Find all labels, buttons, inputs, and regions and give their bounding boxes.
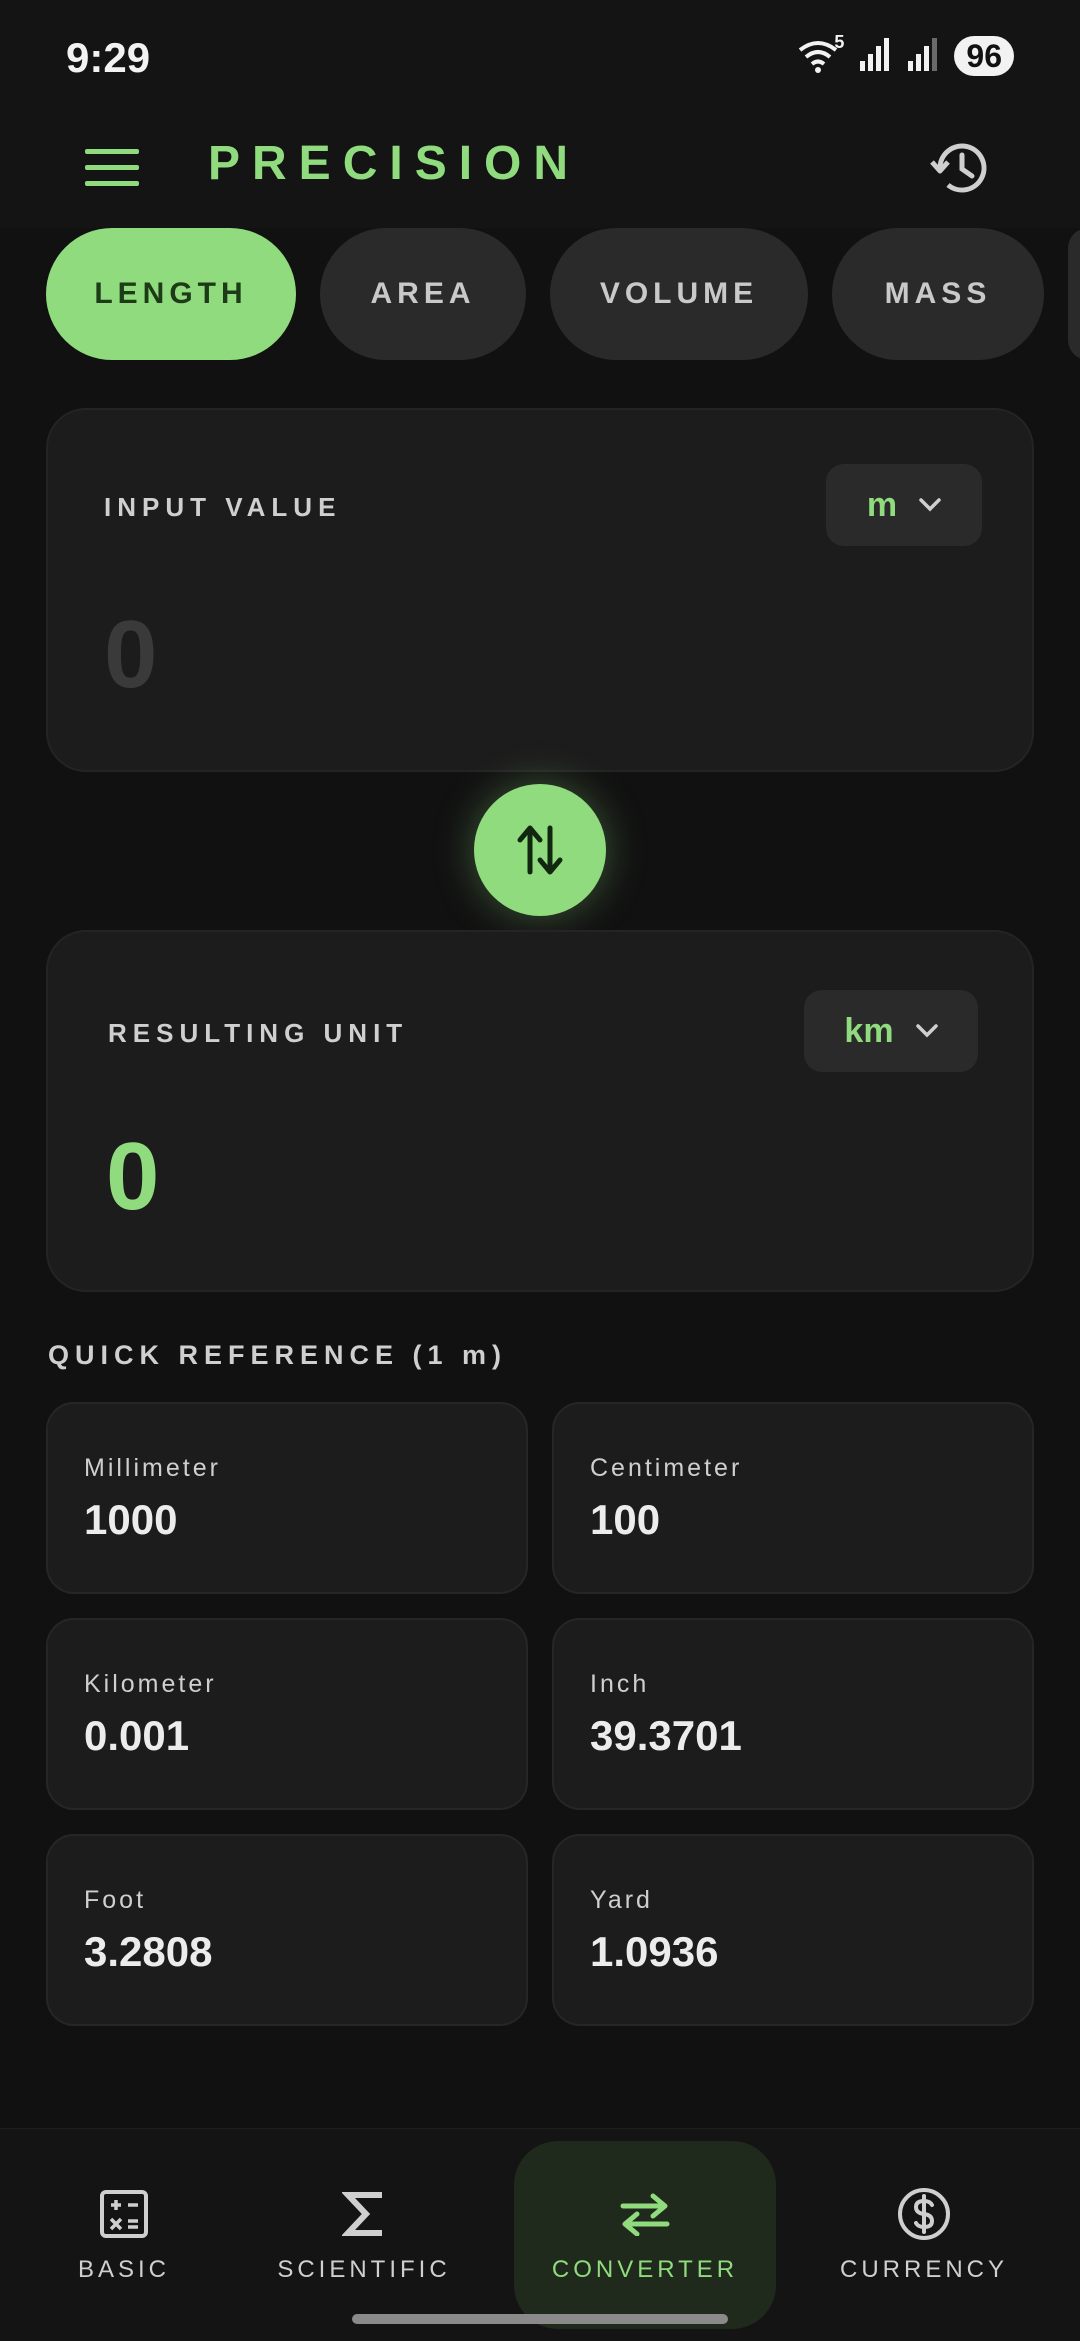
result-value: 0: [106, 1123, 160, 1230]
nav-converter[interactable]: CONVERTER: [514, 2141, 776, 2329]
ref-value: 0.001: [84, 1712, 190, 1759]
ref-name: Inch: [590, 1670, 650, 1698]
nav-basic[interactable]: BASIC: [44, 2141, 204, 2329]
swap-horizontal-icon: [617, 2186, 673, 2242]
hamburger-icon: [85, 149, 139, 186]
ref-card-inch[interactable]: Inch 39.3701: [552, 1618, 1034, 1810]
quick-reference-grid: Millimeter 1000 Centimeter 100 Kilometer…: [46, 1402, 1034, 2026]
ref-card-foot[interactable]: Foot 3.2808: [46, 1834, 528, 2026]
ref-name: Centimeter: [590, 1454, 743, 1482]
swap-units-button[interactable]: [474, 784, 606, 916]
input-value[interactable]: 0: [104, 600, 157, 710]
ref-value: 39.3701: [590, 1712, 742, 1759]
chip-length[interactable]: LENGTH: [46, 228, 296, 360]
history-button[interactable]: [922, 130, 998, 206]
nav-currency[interactable]: CURRENCY: [832, 2141, 1016, 2329]
wifi-badge: 5: [834, 32, 845, 52]
chip-more[interactable]: [1068, 228, 1080, 360]
sigma-icon: [336, 2186, 392, 2242]
app-title: PRECISION: [208, 137, 581, 190]
history-icon: [930, 143, 987, 193]
status-time: 9:29: [66, 34, 151, 81]
quick-reference-title: QUICK REFERENCE (1 m): [48, 1340, 508, 1370]
ref-value: 3.2808: [84, 1928, 213, 1975]
nav-label-basic: BASIC: [77, 2256, 171, 2283]
ref-name: Foot: [84, 1886, 147, 1914]
chip-area[interactable]: AREA: [320, 228, 526, 360]
input-unit-dropdown[interactable]: m: [826, 464, 982, 546]
ref-card-kilometer[interactable]: Kilometer 0.001: [46, 1618, 528, 1810]
home-indicator[interactable]: [352, 2314, 728, 2324]
ref-name: Millimeter: [84, 1454, 221, 1482]
signal-icon-2: [906, 37, 940, 76]
chevron-down-icon: [915, 1024, 938, 1038]
ref-card-yard[interactable]: Yard 1.0936: [552, 1834, 1034, 2026]
bottom-nav: BASIC SCIENTIFIC CONVERTER CURRENCY: [0, 2128, 1080, 2341]
input-unit-label: m: [866, 485, 898, 524]
ref-name: Kilometer: [84, 1670, 217, 1698]
dollar-circle-icon: [896, 2186, 952, 2242]
result-label: RESULTING UNIT: [108, 1018, 409, 1048]
menu-button[interactable]: [84, 140, 140, 196]
chip-volume[interactable]: VOLUME: [550, 228, 808, 360]
ref-value: 1.0936: [590, 1928, 719, 1975]
ref-card-centimeter[interactable]: Centimeter 100: [552, 1402, 1034, 1594]
ref-value: 1000: [84, 1496, 178, 1543]
nav-label-converter: CONVERTER: [551, 2256, 739, 2283]
nav-scientific[interactable]: SCIENTIFIC: [272, 2141, 456, 2329]
result-unit-label: km: [844, 1011, 894, 1050]
chip-mass[interactable]: MASS: [832, 228, 1044, 360]
wifi-icon: 5: [798, 32, 844, 74]
status-icons: 5 96: [798, 32, 1014, 76]
ref-value: 100: [590, 1496, 661, 1543]
app-bar: PRECISION: [0, 120, 1080, 228]
calculator-icon: [96, 2186, 152, 2242]
result-card: RESULTING UNIT km 0: [46, 930, 1034, 1292]
nav-label-currency: CURRENCY: [839, 2256, 1008, 2283]
result-unit-dropdown[interactable]: km: [804, 990, 978, 1072]
category-chips: LENGTH AREA VOLUME MASS: [46, 228, 1080, 360]
ref-card-millimeter[interactable]: Millimeter 1000: [46, 1402, 528, 1594]
chevron-down-icon: [919, 498, 941, 512]
input-label: INPUT VALUE: [104, 492, 342, 522]
nav-label-scientific: SCIENTIFIC: [277, 2256, 451, 2283]
swap-vertical-icon: [517, 825, 563, 875]
status-bar: 9:29 5 96: [0, 0, 1080, 120]
input-card[interactable]: INPUT VALUE m 0: [46, 408, 1034, 772]
battery-indicator: 96: [954, 36, 1014, 76]
ref-name: Yard: [590, 1886, 653, 1914]
signal-icon: [858, 37, 892, 76]
